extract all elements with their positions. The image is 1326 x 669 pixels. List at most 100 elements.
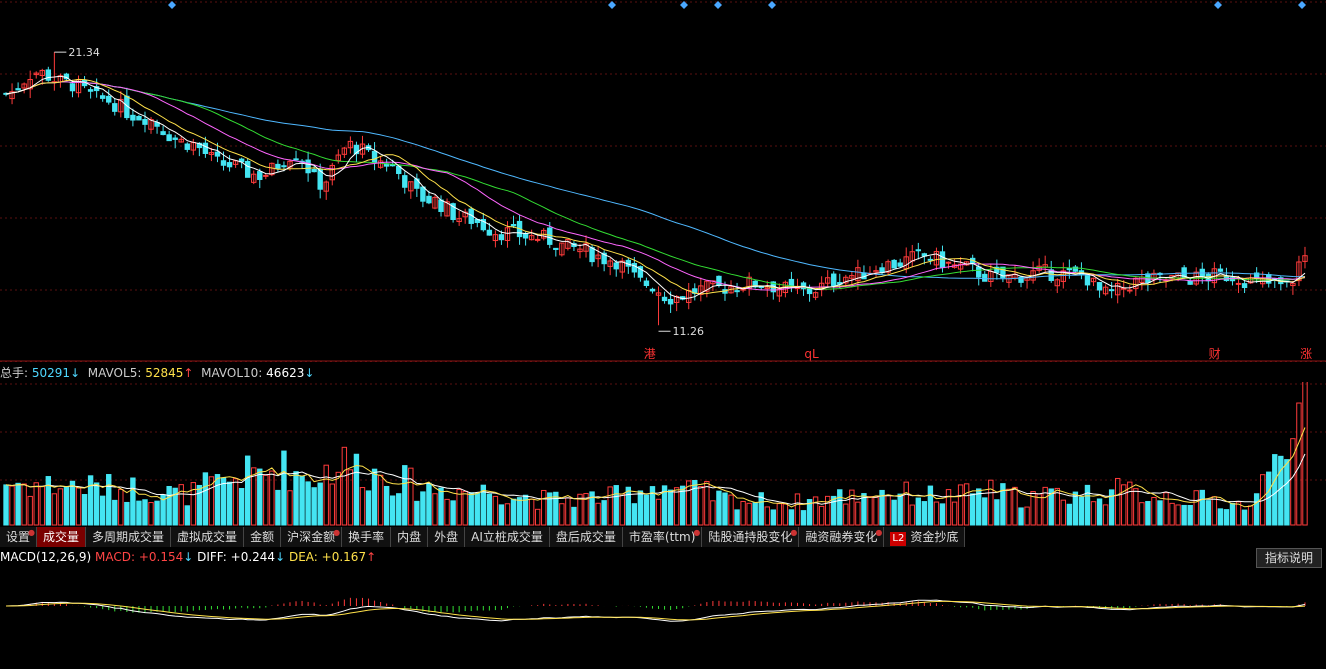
volume-bar	[341, 446, 348, 526]
volume-bar	[396, 493, 402, 526]
volume-bar	[988, 479, 994, 526]
event-marker-0: 港	[644, 347, 656, 361]
ma20-line	[5, 81, 1306, 291]
volume-bar	[800, 510, 807, 526]
volume-bar	[1205, 500, 1212, 526]
volume-arrow: ↓	[70, 366, 81, 380]
candle-body	[831, 273, 837, 287]
volume-bar	[728, 494, 734, 526]
volume-bar	[1302, 382, 1308, 526]
volume-bar	[27, 495, 33, 526]
tab-label: 多周期成交量	[92, 530, 165, 544]
indicator-tabs: 设置 ● 成交量 多周期成交量 虚拟成交量 金额 沪深金额 ● 换手率 内盘 外盘 AI立桩成交量 盘后…	[0, 527, 966, 547]
tab-13[interactable]: 融资融券变化 ●	[799, 527, 885, 547]
volume-bar	[329, 483, 335, 526]
tab-2[interactable]: 多周期成交量	[86, 527, 172, 547]
volume-bar	[311, 487, 317, 526]
volume-bar	[408, 467, 414, 526]
tab-label: 盘后成交量	[555, 530, 616, 544]
volume-bar	[69, 480, 76, 526]
volume-bar	[1012, 486, 1018, 526]
event-diamond-icon	[1298, 1, 1306, 9]
volume-bar	[287, 490, 293, 526]
candle-body	[534, 238, 541, 241]
volume-bar	[631, 503, 638, 526]
volume-bar	[794, 493, 801, 526]
tab-label: 成交量	[43, 530, 80, 544]
tab-10[interactable]: 盘后成交量	[549, 527, 623, 547]
volume-bar	[1139, 502, 1145, 526]
tab-11[interactable]: 市盈率(ttm) ●	[622, 527, 703, 547]
candle-body	[220, 160, 227, 166]
candle-body	[1187, 280, 1193, 285]
volume-bar	[184, 505, 190, 526]
tab-9[interactable]: AI立桩成交量	[465, 527, 550, 547]
volume-bar	[9, 485, 15, 526]
volume-bar	[498, 504, 505, 526]
candle-body	[99, 95, 106, 99]
volume-bar	[891, 499, 897, 526]
event-diamond-icon	[168, 1, 176, 9]
volume-bar	[154, 500, 160, 526]
volume-bar	[897, 493, 903, 526]
tab-14[interactable]: L2 资金抄底	[884, 527, 966, 547]
candle-body	[293, 158, 299, 161]
dea-arrow: ↑	[366, 550, 377, 564]
mavol10-arrow: ↓	[304, 366, 315, 380]
volume-bar	[389, 495, 396, 526]
volume-bar	[1006, 488, 1012, 526]
candle-body	[184, 143, 190, 150]
diff-label: DIFF:	[197, 550, 227, 564]
volume-bar	[625, 486, 632, 526]
candle-body	[438, 199, 444, 212]
volume-bar	[909, 504, 915, 526]
volume-bar	[704, 480, 710, 526]
tab-0[interactable]: 设置 ●	[0, 527, 38, 547]
tab-4[interactable]: 金额	[244, 527, 282, 547]
volume-bar	[275, 489, 281, 526]
macd-indicator-header: MACD(12,26,9) MACD: +0.154↓ DIFF: +0.244…	[0, 548, 376, 566]
tab-5[interactable]: 沪深金额 ●	[281, 527, 343, 547]
volume-bar	[1272, 454, 1278, 526]
volume-bar	[99, 495, 106, 526]
candle-body	[311, 168, 317, 173]
volume-bar	[1102, 504, 1109, 526]
tab-8[interactable]: 外盘	[428, 527, 466, 547]
candle-body	[1127, 289, 1133, 292]
tab-3[interactable]: 虚拟成交量	[171, 527, 245, 547]
volume-bar	[371, 468, 378, 526]
macd-chart	[5, 597, 1306, 622]
volume-bar	[106, 474, 112, 526]
volume-bar	[921, 501, 928, 526]
tab-12[interactable]: 陆股通持股变化 ●	[702, 527, 800, 547]
volume-bar	[353, 453, 360, 526]
volume-bar	[969, 493, 976, 526]
volume-bar	[1036, 493, 1042, 526]
candle-body	[734, 290, 740, 293]
volume-bar	[1060, 499, 1067, 526]
candle-body	[106, 95, 112, 103]
candle-body	[649, 288, 656, 292]
volume-bar	[1217, 508, 1224, 526]
volume-bar	[377, 474, 384, 526]
tab-7[interactable]: 内盘	[391, 527, 429, 547]
volume-bar	[867, 496, 873, 526]
tab-1[interactable]: 成交量	[37, 527, 87, 547]
volume-bar	[226, 481, 233, 526]
volume-bar	[1084, 484, 1091, 526]
candle-body	[136, 115, 142, 121]
volume-bar	[214, 474, 221, 526]
volume-bar	[196, 484, 203, 526]
high-price-label: 21.34	[68, 46, 100, 59]
volume-bar	[692, 479, 698, 526]
volume-bar	[281, 450, 287, 526]
tab-label: 市盈率(ttm)	[628, 530, 696, 544]
volume-bar	[112, 499, 118, 526]
indicator-help-button[interactable]: 指标说明	[1255, 548, 1322, 568]
ma10-line	[5, 78, 1306, 295]
volume-bar	[812, 496, 819, 526]
tab-label: 融资融券变化	[805, 530, 878, 544]
tab-6[interactable]: 换手率	[342, 527, 392, 547]
candle-body	[1241, 283, 1248, 289]
volume-bar	[655, 498, 662, 526]
